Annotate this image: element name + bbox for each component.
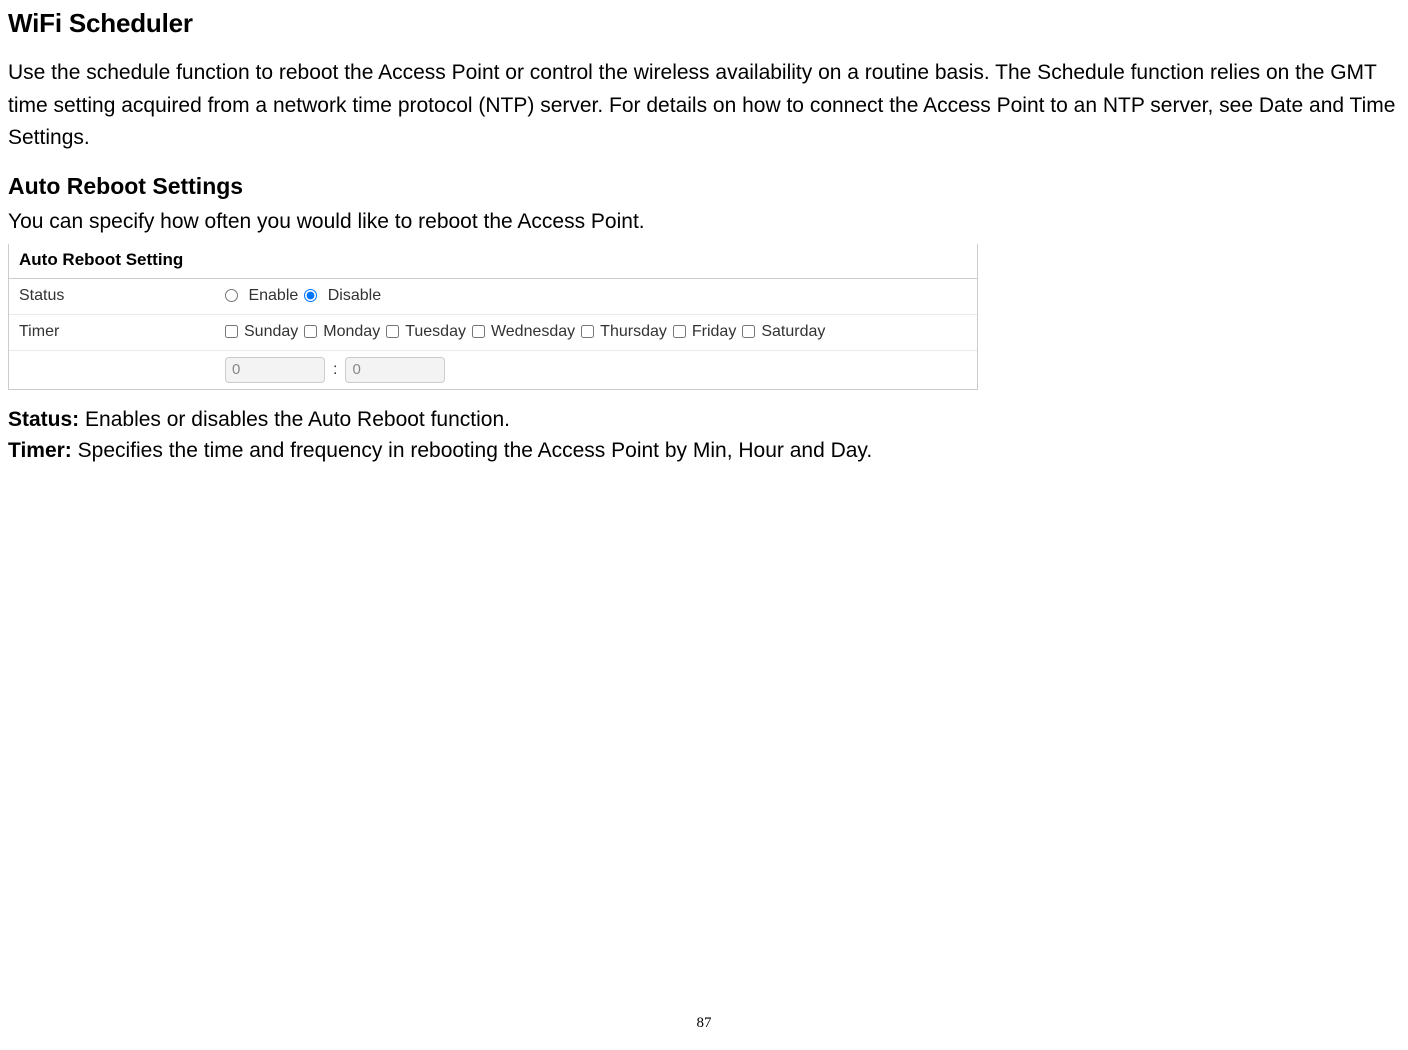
timer-def-text: Specifies the time and frequency in rebo… [78,439,873,462]
day-sunday-checkbox[interactable] [225,325,238,338]
day-thursday-option[interactable]: Thursday [581,323,667,341]
status-definition: Status: Enables or disables the Auto Reb… [8,404,1400,436]
day-thursday-text: Thursday [600,323,667,340]
status-enable-text: Enable [248,287,298,304]
day-tuesday-text: Tuesday [405,323,466,340]
day-thursday-checkbox[interactable] [581,325,594,338]
definitions-block: Status: Enables or disables the Auto Reb… [8,404,1400,467]
intro-paragraph: Use the schedule function to reboot the … [8,57,1400,155]
auto-reboot-panel: Auto Reboot Setting Status Enable Disabl… [8,244,978,390]
day-friday-text: Friday [692,323,736,340]
day-saturday-option[interactable]: Saturday [742,323,825,341]
status-enable-option[interactable]: Enable [225,287,298,305]
hour-input[interactable] [225,357,325,383]
status-enable-radio[interactable] [225,289,238,302]
minute-input[interactable] [345,357,445,383]
timer-term: Timer: [8,439,72,462]
day-monday-option[interactable]: Monday [304,323,380,341]
timer-label: Timer [19,323,225,341]
panel-heading: Auto Reboot Setting [9,244,977,279]
time-colon: : [333,361,337,379]
section-description: You can specify how often you would like… [8,210,1400,234]
day-friday-checkbox[interactable] [673,325,686,338]
status-disable-option[interactable]: Disable [304,287,381,305]
day-monday-checkbox[interactable] [304,325,317,338]
time-row: : [9,351,977,389]
section-heading: Auto Reboot Settings [8,173,1400,200]
timer-definition: Timer: Specifies the time and frequency … [8,435,1400,467]
day-sunday-text: Sunday [244,323,298,340]
status-term: Status: [8,408,79,431]
status-disable-radio[interactable] [304,289,317,302]
day-saturday-checkbox[interactable] [742,325,755,338]
day-monday-text: Monday [323,323,380,340]
day-wednesday-option[interactable]: Wednesday [472,323,575,341]
day-tuesday-option[interactable]: Tuesday [386,323,466,341]
status-row: Status Enable Disable [9,279,977,315]
status-disable-text: Disable [328,287,381,304]
day-friday-option[interactable]: Friday [673,323,736,341]
timer-row: Timer Sunday Monday Tuesday Wednesday Th… [9,315,977,351]
day-wednesday-text: Wednesday [491,323,575,340]
day-sunday-option[interactable]: Sunday [225,323,298,341]
day-saturday-text: Saturday [761,323,825,340]
status-def-text: Enables or disables the Auto Reboot func… [85,408,510,431]
page-number: 87 [0,1015,1408,1032]
day-tuesday-checkbox[interactable] [386,325,399,338]
day-wednesday-checkbox[interactable] [472,325,485,338]
status-label: Status [19,287,225,305]
page-title: WiFi Scheduler [8,8,1400,39]
